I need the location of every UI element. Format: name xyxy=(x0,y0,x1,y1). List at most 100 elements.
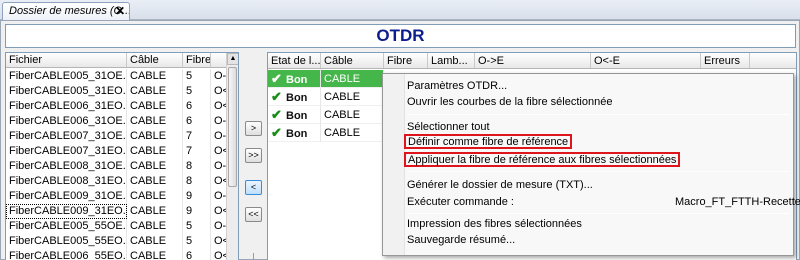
file-cable: CABLE xyxy=(127,234,183,249)
file-name: FiberCABLE005_55OE.sor xyxy=(6,219,127,234)
list-item[interactable]: FiberCABLE007_31EO.sor CABLE 7 O< xyxy=(6,144,227,159)
list-item[interactable]: FiberCABLE006_31OE.sor CABLE 6 O- xyxy=(6,114,227,129)
otdr-banner: OTDR xyxy=(5,24,796,48)
list-item[interactable]: FiberCABLE008_31EO.sor CABLE 8 O< xyxy=(6,174,227,189)
list-item[interactable]: FiberCABLE008_31OE.sor CABLE 8 O- xyxy=(6,159,227,174)
results-header: Etat de l... Câble Fibre Lamb... O->E O<… xyxy=(268,53,796,69)
cable-cell: CABLE xyxy=(321,124,384,142)
file-name: FiberCABLE005_55EO.sor xyxy=(6,234,127,249)
column-header-cable[interactable]: Câble xyxy=(127,53,183,67)
scroll-up-icon[interactable]: ▲ xyxy=(227,53,238,65)
column-header-fibre[interactable]: Fibre xyxy=(183,53,211,67)
file-name: FiberCABLE006_31OE.sor xyxy=(6,114,127,129)
context-menu: Paramètres OTDR... Ouvrir les courbes de… xyxy=(382,73,800,256)
list-item[interactable]: FiberCABLE005_31OE.sor CABLE 5 O- xyxy=(6,69,227,84)
file-direction: O< xyxy=(211,144,227,159)
status-text: Bon xyxy=(286,110,308,122)
status-cell: ✔ Bon xyxy=(268,70,321,88)
table-row[interactable]: ✔ Bon CABLE xyxy=(268,88,384,106)
file-name: FiberCABLE005_31EO.sor xyxy=(6,84,127,99)
file-cable: CABLE xyxy=(127,84,183,99)
column-header-o-to-e[interactable]: O->E xyxy=(475,53,591,68)
file-cable: CABLE xyxy=(127,189,183,204)
cable-cell: CABLE xyxy=(321,106,384,124)
file-cable: CABLE xyxy=(127,204,183,219)
tab-title: Dossier de mesures (O... xyxy=(9,5,130,17)
list-item[interactable]: FiberCABLE009_31OE.sor CABLE 9 O- xyxy=(6,189,227,204)
list-item[interactable]: FiberCABLE006_55EO.sor CABLE 6 O< xyxy=(6,249,227,260)
menu-item-sauvegarde-resume[interactable]: Sauvegarde résumé... xyxy=(407,232,515,248)
file-name: FiberCABLE007_31EO.sor xyxy=(6,144,127,159)
column-header-direction[interactable] xyxy=(211,53,227,67)
menu-item-generer-dossier[interactable]: Générer le dossier de mesure (TXT)... xyxy=(407,177,593,193)
list-item-selected[interactable]: FiberCABLE009_31EO.sor CABLE 9 O< xyxy=(6,204,227,219)
divider xyxy=(253,253,254,260)
file-name: FiberCABLE005_31OE.sor xyxy=(6,69,127,84)
table-row[interactable]: ✔ Bon CABLE xyxy=(268,124,384,142)
list-item[interactable]: FiberCABLE005_31EO.sor CABLE 5 O< xyxy=(6,84,227,99)
list-item[interactable]: FiberCABLE006_31EO.sor CABLE 6 O< xyxy=(6,99,227,114)
menu-item-definir-reference[interactable]: Définir comme fibre de référence xyxy=(404,134,573,149)
file-direction: O- xyxy=(211,114,227,129)
file-fibre: 7 xyxy=(183,129,211,144)
tab-dossier-de-mesures[interactable]: Dossier de mesures (O... ✕ xyxy=(2,2,130,20)
file-fibre: 5 xyxy=(183,84,211,99)
move-all-left-button[interactable]: << xyxy=(245,207,262,222)
checkmark-icon: ✔ xyxy=(271,107,282,122)
file-cable: CABLE xyxy=(127,69,183,84)
file-direction: O- xyxy=(211,159,227,174)
file-list-scrollbar[interactable]: ▲ xyxy=(226,53,238,260)
file-cable: CABLE xyxy=(127,219,183,234)
scrollbar-thumb[interactable] xyxy=(228,67,237,187)
status-text: Bon xyxy=(286,128,308,140)
column-header-erreurs[interactable]: Erreurs xyxy=(701,53,750,68)
column-header-fibre[interactable]: Fibre xyxy=(384,53,428,68)
command-value: Macro_FT_FTTH-Recette.zip... xyxy=(675,196,800,208)
close-icon[interactable]: ✕ xyxy=(115,4,125,18)
move-all-right-button[interactable]: >> xyxy=(245,148,262,163)
file-fibre: 6 xyxy=(183,99,211,114)
document-tab-strip: Dossier de mesures (O... ✕ xyxy=(0,0,800,20)
status-cell: ✔ Bon xyxy=(268,88,321,106)
checkmark-icon: ✔ xyxy=(271,89,282,104)
file-fibre: 5 xyxy=(183,234,211,249)
table-row-selected[interactable]: ✔ Bon CABLE xyxy=(268,70,384,88)
column-header-cable[interactable]: Câble xyxy=(321,53,384,68)
file-direction: O< xyxy=(211,174,227,189)
status-text: Bon xyxy=(286,74,308,86)
table-row[interactable]: ✔ Bon CABLE xyxy=(268,106,384,124)
move-left-button[interactable]: < xyxy=(245,180,262,195)
menu-gutter xyxy=(383,74,405,255)
list-item[interactable]: FiberCABLE005_55OE.sor CABLE 5 O- xyxy=(6,219,227,234)
column-header-e-to-o[interactable]: O<-E xyxy=(591,53,701,68)
status-cell: ✔ Bon xyxy=(268,106,321,124)
menu-item-impression[interactable]: Impression des fibres sélectionnées xyxy=(407,216,582,232)
file-direction: O< xyxy=(211,249,227,260)
menu-item-parametres-otdr[interactable]: Paramètres OTDR... xyxy=(407,78,507,94)
file-fibre: 6 xyxy=(183,249,211,260)
status-text: Bon xyxy=(286,92,308,104)
file-direction: O< xyxy=(211,99,227,114)
menu-separator xyxy=(407,213,789,214)
menu-item-appliquer-reference[interactable]: Appliquer la fibre de référence aux fibr… xyxy=(404,152,681,167)
move-right-button[interactable]: > xyxy=(245,121,262,136)
file-fibre: 5 xyxy=(183,69,211,84)
list-item[interactable]: FiberCABLE007_31OE.sor CABLE 7 O- xyxy=(6,129,227,144)
checkmark-icon: ✔ xyxy=(271,125,282,140)
file-name: FiberCABLE009_31OE.sor xyxy=(6,189,127,204)
file-cable: CABLE xyxy=(127,99,183,114)
file-fibre: 9 xyxy=(183,204,211,219)
column-header-etat[interactable]: Etat de l... xyxy=(268,53,321,68)
menu-item-executer-commande[interactable]: Exécuter commande : xyxy=(407,194,514,210)
file-direction: O- xyxy=(211,69,227,84)
file-list[interactable]: Fichier Câble Fibre FiberCABLE005_31OE.s… xyxy=(5,52,239,260)
file-fibre: 7 xyxy=(183,144,211,159)
file-direction: O< xyxy=(211,204,227,219)
file-fibre: 6 xyxy=(183,114,211,129)
list-item[interactable]: FiberCABLE005_55EO.sor CABLE 5 O< xyxy=(6,234,227,249)
column-header-lambda[interactable]: Lamb... xyxy=(428,53,475,68)
menu-item-selectionner-tout[interactable]: Sélectionner tout xyxy=(407,119,490,135)
menu-item-ouvrir-courbes[interactable]: Ouvrir les courbes de la fibre sélection… xyxy=(407,94,612,110)
column-header-fichier[interactable]: Fichier xyxy=(6,53,127,67)
cable-cell: CABLE xyxy=(321,88,384,106)
